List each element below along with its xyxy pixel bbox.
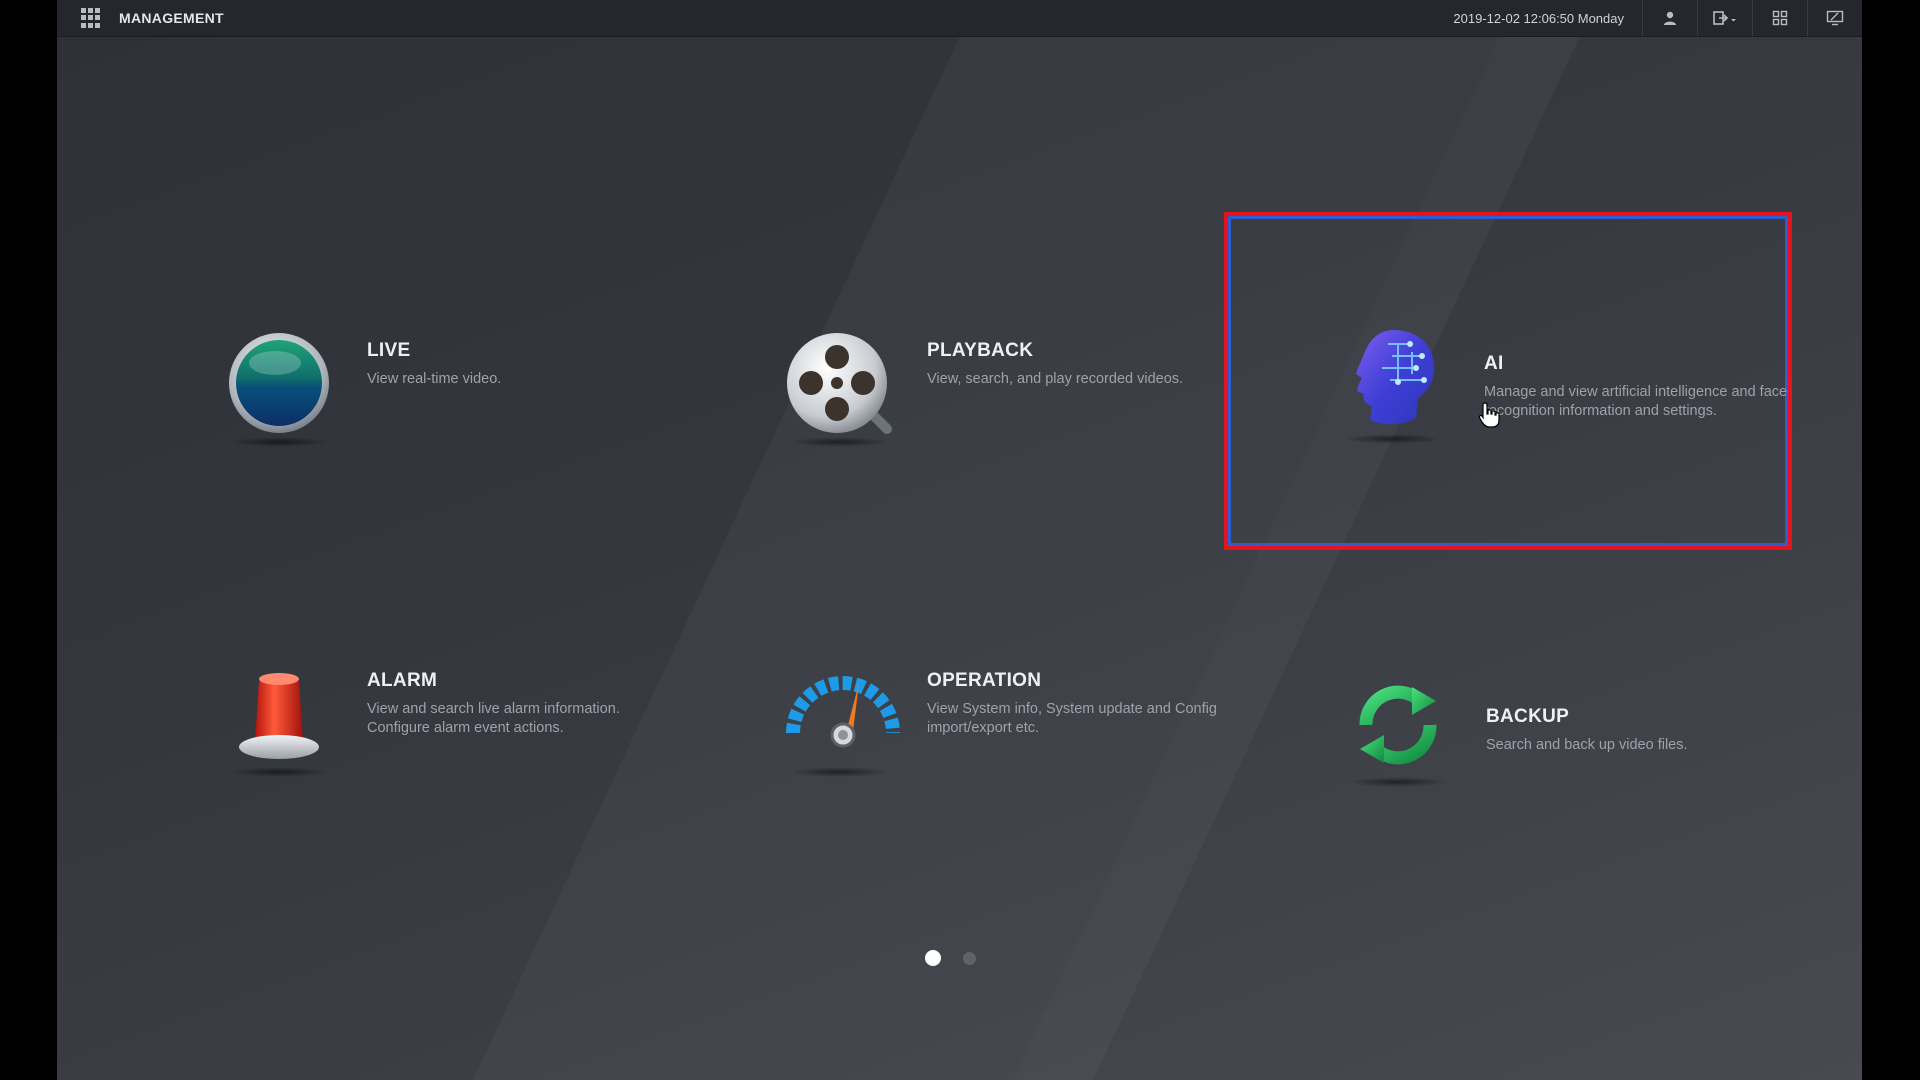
layout-button[interactable] <box>1752 0 1807 36</box>
tile-name: LIVE <box>367 340 411 361</box>
tile-operation[interactable]: OPERATION View System info, System updat… <box>679 550 1239 880</box>
alarm-icon-wrap <box>219 655 339 777</box>
tile-name: OPERATION <box>927 670 1042 691</box>
logout-icon <box>1713 11 1736 25</box>
page-indicator <box>925 950 976 966</box>
user-button[interactable] <box>1642 0 1697 36</box>
tile-playback[interactable]: PLAYBACK View, search, and play recorded… <box>679 220 1239 550</box>
backup-icon-wrap <box>1338 665 1458 787</box>
top-bar: MANAGEMENT 2019-12-02 12:06:50 Monday <box>57 0 1862 37</box>
live-icon-wrap <box>219 325 339 447</box>
tile-text: OPERATION View System info, System updat… <box>927 670 1237 738</box>
icon-shadow <box>229 767 329 777</box>
icon-shadow <box>789 767 889 777</box>
operation-icon-wrap <box>779 655 900 777</box>
siren-icon <box>239 673 319 759</box>
film-reel-icon <box>787 333 892 434</box>
tile-text: AI Manage and view artificial intelligen… <box>1484 353 1794 421</box>
tile-desc: View real-time video. <box>367 371 502 387</box>
layout-icon <box>1772 10 1788 26</box>
playback-icon-wrap <box>779 325 899 447</box>
tile-backup[interactable]: BACKUP Search and back up video files. <box>1238 560 1798 890</box>
page-title: MANAGEMENT <box>119 10 224 26</box>
tile-text: PLAYBACK View, search, and play recorded… <box>927 340 1237 389</box>
tile-desc: Manage and view artificial intelligence … <box>1484 384 1788 419</box>
ai-head-icon <box>1356 330 1435 425</box>
tile-text: BACKUP Search and back up video files. <box>1486 706 1796 755</box>
page-dot-1[interactable] <box>925 950 941 966</box>
icon-shadow <box>1342 434 1442 444</box>
top-bar-right: 2019-12-02 12:06:50 Monday <box>1453 0 1862 36</box>
ai-icon-wrap <box>1332 322 1452 444</box>
tile-ai[interactable]: AI Manage and view artificial intelligen… <box>1224 212 1792 550</box>
tile-name: ALARM <box>367 670 438 691</box>
tile-live[interactable]: LIVE View real-time video. <box>119 220 679 550</box>
refresh-icon <box>1359 685 1437 765</box>
tile-desc: View, search, and play recorded videos. <box>927 371 1184 387</box>
tile-name: BACKUP <box>1486 706 1570 727</box>
user-icon <box>1664 11 1676 25</box>
logout-button[interactable] <box>1697 0 1752 36</box>
management-screen: MANAGEMENT 2019-12-02 12:06:50 Monday LI… <box>57 0 1862 1080</box>
icon-shadow <box>1348 777 1448 787</box>
menu-grid-icon[interactable] <box>81 8 101 28</box>
icon-shadow <box>789 437 889 447</box>
globe-icon <box>229 333 329 433</box>
icon-shadow <box>229 437 329 447</box>
tile-desc: View System info, System update and Conf… <box>927 701 1217 736</box>
tile-text: LIVE View real-time video. <box>367 340 677 389</box>
gauge-icon <box>786 676 900 748</box>
tile-alarm[interactable]: ALARM View and search live alarm informa… <box>119 550 679 880</box>
page-dot-2[interactable] <box>963 951 976 965</box>
tile-desc: Search and back up video files. <box>1486 737 1688 753</box>
tile-name: AI <box>1484 353 1504 374</box>
hand-cursor-icon <box>1478 402 1500 428</box>
monitor-button[interactable] <box>1807 0 1862 36</box>
tile-text: ALARM View and search live alarm informa… <box>367 670 677 738</box>
datetime-display: 2019-12-02 12:06:50 Monday <box>1453 10 1624 26</box>
tile-name: PLAYBACK <box>927 340 1034 361</box>
monitor-icon <box>1826 10 1844 26</box>
tile-desc: View and search live alarm information. … <box>367 701 620 736</box>
